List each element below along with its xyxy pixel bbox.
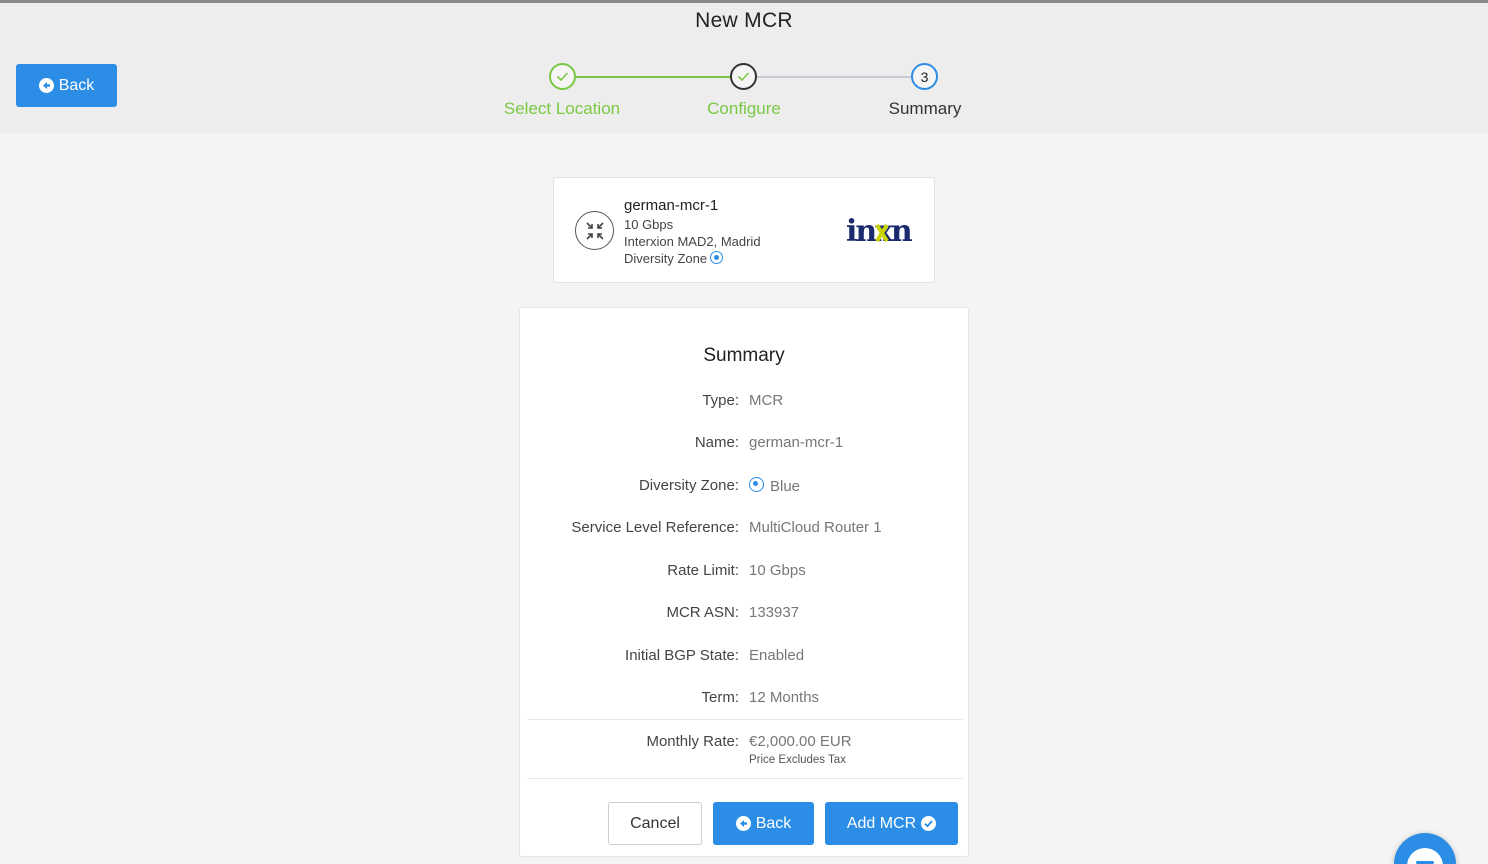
summary-card: Summary Type: MCR Name: german-mcr-1 Div… — [519, 307, 969, 857]
summary-value: 12 Months — [749, 689, 820, 706]
summary-row-term: Term: 12 Months — [520, 689, 968, 713]
summary-row-asn: MCR ASN: 133937 — [520, 604, 968, 628]
back-button[interactable]: Back — [16, 64, 117, 107]
page-title: New MCR — [695, 9, 793, 32]
divider — [527, 778, 963, 779]
summary-label: Initial BGP State: — [625, 647, 739, 664]
step-1-check-icon — [549, 63, 576, 90]
chat-icon — [1407, 848, 1443, 864]
step-2-label: Configure — [707, 99, 781, 118]
arrow-left-circle-icon — [38, 78, 54, 93]
summary-row-service-level: Service Level Reference: MultiCloud Rout… — [520, 519, 968, 543]
diversity-zone-blue-icon — [710, 251, 724, 264]
summary-row-rate-limit: Rate Limit: 10 Gbps — [520, 562, 968, 586]
summary-label: Diversity Zone: — [638, 477, 739, 494]
back-button-label: Back — [755, 814, 792, 832]
check-circle-icon — [921, 816, 937, 831]
summary-row-bgp-state: Initial BGP State: Enabled — [520, 647, 968, 671]
tax-note: Price Excludes Tax — [749, 754, 846, 766]
summary-label: Monthly Rate: — [646, 733, 739, 750]
diversity-zone-value: Blue — [770, 478, 801, 495]
location-zone: Diversity Zone — [624, 251, 724, 266]
back-button-label: Back — [58, 76, 95, 94]
summary-value: 133937 — [749, 604, 800, 621]
summary-row-name: Name: german-mcr-1 — [520, 434, 968, 458]
step-1-label: Select Location — [503, 99, 621, 118]
cancel-button[interactable]: Cancel — [608, 802, 702, 845]
summary-label: Type: — [702, 392, 739, 409]
diversity-zone-label: Diversity Zone — [624, 251, 708, 266]
step-connector-2 — [757, 76, 912, 78]
add-mcr-button-label: Add MCR — [846, 814, 917, 832]
step-3-number: 3 — [911, 63, 938, 90]
summary-label: MCR ASN: — [666, 604, 739, 621]
diversity-zone-blue-icon — [749, 477, 764, 492]
location-mcr-name: german-mcr-1 — [624, 197, 719, 214]
back-button[interactable]: Back — [713, 802, 814, 845]
divider — [527, 719, 963, 720]
summary-row-diversity-zone: Diversity Zone: Blue — [520, 477, 968, 501]
location-site: Interxion MAD2, Madrid — [624, 234, 761, 249]
summary-value: 10 Gbps — [749, 562, 806, 579]
summary-label: Name: — [694, 434, 739, 451]
add-mcr-button[interactable]: Add MCR — [825, 802, 958, 845]
arrow-left-circle-icon — [735, 816, 751, 831]
step-connector-1 — [576, 76, 731, 78]
svg-text:in: in — [846, 214, 877, 246]
step-3-label: Summary — [888, 99, 962, 118]
summary-value: Blue — [749, 477, 800, 495]
summary-row-monthly-rate: Monthly Rate: €2,000.00 EUR — [520, 733, 968, 757]
summary-title: Summary — [703, 345, 785, 366]
location-card: german-mcr-1 10 Gbps Interxion MAD2, Mad… — [553, 177, 935, 283]
summary-row-type: Type: MCR — [520, 392, 968, 416]
step-2-check-icon — [730, 63, 757, 90]
summary-label: Term: — [701, 689, 740, 706]
location-speed: 10 Gbps — [624, 217, 674, 232]
monthly-rate-value: €2,000.00 EUR — [749, 733, 852, 750]
summary-value: MCR — [749, 392, 784, 409]
mcr-router-icon — [575, 211, 614, 250]
summary-value: MultiCloud Router 1 — [749, 519, 882, 536]
interxion-logo: in xn — [846, 214, 915, 251]
summary-value: Enabled — [749, 647, 805, 664]
summary-label: Rate Limit: — [667, 562, 739, 579]
summary-value: german-mcr-1 — [749, 434, 844, 451]
chat-button[interactable] — [1394, 833, 1456, 864]
summary-label: Service Level Reference: — [571, 519, 739, 536]
